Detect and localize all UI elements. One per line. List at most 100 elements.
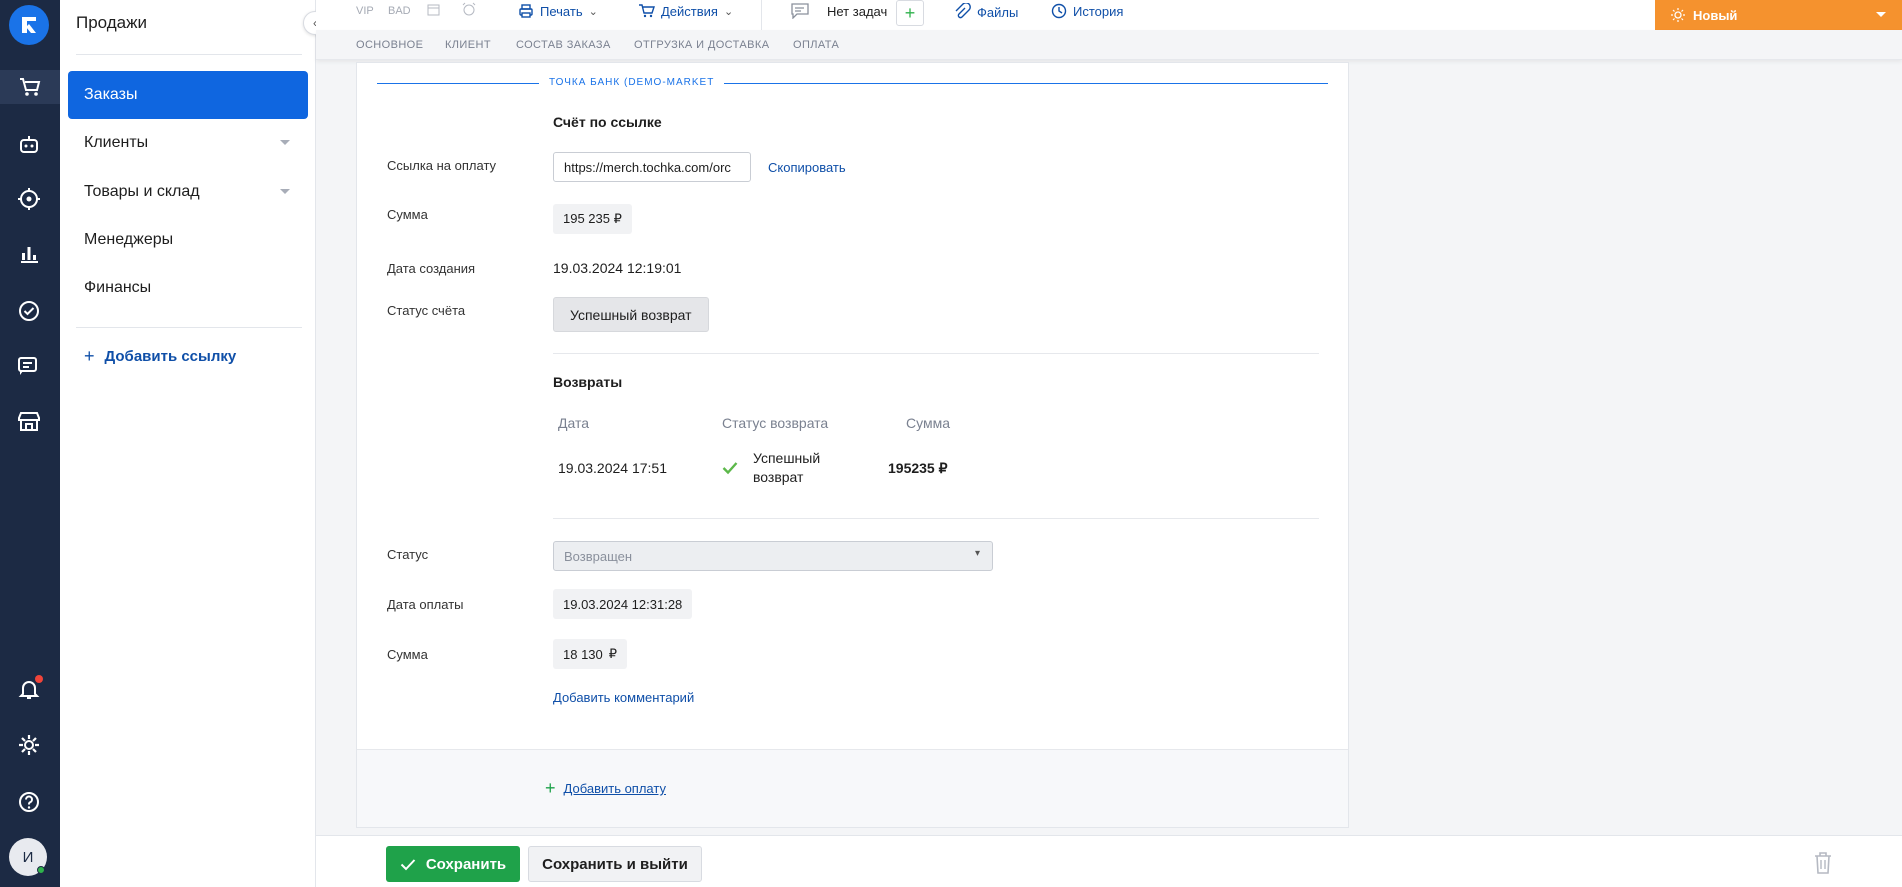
- help-icon[interactable]: [12, 785, 46, 819]
- history-label: История: [1073, 3, 1124, 19]
- chevron-down-icon: ⌄: [723, 5, 734, 18]
- sum-label: Сумма: [387, 207, 428, 222]
- payment-card: ТОЧКА БАНК (DEMO-MARKET Счёт по ссылке С…: [356, 62, 1349, 828]
- save-exit-label: Сохранить и выйти: [542, 855, 688, 873]
- plus-icon: +: [545, 778, 556, 798]
- sun-icon: [1671, 8, 1685, 22]
- check-icon: [722, 462, 738, 475]
- invoice-status-badge: Успешный возврат: [553, 297, 709, 332]
- copy-link-button[interactable]: Скопировать: [768, 160, 846, 175]
- refunds-col-sum: Сумма: [906, 415, 950, 431]
- refunds-col-status: Статус возврата: [722, 415, 829, 431]
- sidebar-item-label: Заказы: [84, 86, 138, 103]
- section-tabs: ОСНОВНОЕ КЛИЕНТ СОСТАВ ЗАКАЗА ОТГРУЗКА И…: [316, 30, 1902, 60]
- history-button[interactable]: История: [1051, 3, 1123, 19]
- payment-status-select[interactable]: Возвращен ▾: [553, 541, 993, 571]
- files-button[interactable]: Файлы: [953, 3, 1018, 21]
- add-comment-button[interactable]: Добавить комментарий: [553, 690, 694, 705]
- target-icon[interactable]: [12, 182, 46, 216]
- sidebar-title: Продажи: [76, 13, 147, 32]
- tasks-label: Нет задач: [827, 3, 888, 19]
- add-task-button[interactable]: +: [896, 0, 924, 26]
- sum2-value: 18 130: [563, 646, 603, 662]
- divider: [553, 518, 1319, 519]
- created-date-value: 19.03.2024 12:19:01: [553, 260, 682, 276]
- tasks-check-icon[interactable]: [12, 294, 46, 328]
- vip-tag[interactable]: VIP: [356, 5, 374, 17]
- plus-icon: +: [84, 346, 95, 366]
- refund-status: Успешный возврат: [753, 449, 820, 487]
- sidebar-item-finance[interactable]: Финансы: [68, 264, 308, 312]
- select-arrow-icon: ▾: [974, 548, 980, 559]
- plus-icon: +: [904, 2, 916, 23]
- avatar-initial: И: [22, 848, 34, 866]
- tasks-indicator[interactable]: Нет задач: [791, 3, 887, 19]
- sidebar-item-goods[interactable]: Товары и склад: [68, 168, 308, 216]
- tab-payment[interactable]: ОПЛАТА: [793, 39, 839, 51]
- add-payment-area: + Добавить оплату: [357, 749, 1348, 827]
- caret-down-icon: [1876, 12, 1886, 17]
- paid-date-value: 19.03.2024 12:31:28: [563, 596, 683, 612]
- sum2-currency: ₽: [608, 646, 618, 661]
- refund-date: 19.03.2024 17:51: [558, 460, 667, 476]
- tab-client[interactable]: КЛИЕНТ: [445, 39, 491, 51]
- sidebar: Продажи Заказы Клиенты Товары и склад Ме…: [60, 0, 316, 887]
- trash-icon[interactable]: [1812, 851, 1834, 875]
- notification-dot: [35, 675, 43, 683]
- payment-link-value: https://merch.tochka.com/orc: [564, 159, 731, 175]
- cart-icon[interactable]: [0, 70, 60, 104]
- add-link-button[interactable]: + Добавить ссылку: [84, 346, 236, 367]
- sidebar-item-clients[interactable]: Клиенты: [68, 119, 308, 167]
- paid-date-field[interactable]: 19.03.2024 12:31:28: [553, 589, 693, 619]
- sum-field: 195 235 ₽: [553, 204, 632, 234]
- check-icon: [400, 858, 416, 870]
- app-rail: И: [0, 0, 60, 887]
- sidebar-item-label: Менеджеры: [84, 231, 174, 248]
- refund-status-line1: Успешный: [753, 450, 821, 466]
- sum2-label: Сумма: [387, 647, 428, 662]
- sidebar-item-managers[interactable]: Менеджеры: [68, 216, 308, 264]
- bottom-action-bar: Сохранить Сохранить и выйти: [316, 835, 1902, 887]
- order-status-label: Новый: [1693, 7, 1738, 23]
- bot-icon[interactable]: [12, 128, 46, 162]
- clock-icon: [1051, 3, 1067, 19]
- save-exit-button[interactable]: Сохранить и выйти: [528, 846, 702, 882]
- divider: [553, 353, 1319, 354]
- tab-main[interactable]: ОСНОВНОЕ: [356, 39, 423, 51]
- cart-icon: [639, 4, 655, 18]
- paid-date-label: Дата оплаты: [387, 597, 464, 612]
- store-icon[interactable]: [12, 405, 46, 439]
- tab-shipping[interactable]: ОТГРУЗКА И ДОСТАВКА: [634, 39, 769, 51]
- order-status-dropdown[interactable]: Новый: [1655, 0, 1902, 30]
- paperclip-icon: [955, 3, 971, 19]
- actions-menu[interactable]: Действия ⌄: [638, 3, 733, 19]
- print-menu[interactable]: Печать ⌄: [518, 3, 598, 19]
- avatar[interactable]: И: [9, 838, 47, 876]
- invoice-status-value: Успешный возврат: [570, 306, 692, 323]
- sidebar-item-orders[interactable]: Заказы: [68, 71, 308, 119]
- app-logo-icon[interactable]: [9, 5, 49, 45]
- refunds-col-date: Дата: [558, 415, 590, 431]
- chat-icon[interactable]: [12, 350, 46, 384]
- gear-icon[interactable]: [12, 728, 46, 762]
- caret-down-icon: [280, 140, 290, 145]
- bad-tag[interactable]: BAD: [388, 5, 411, 17]
- comment-icon: [791, 3, 809, 19]
- add-link-label: Добавить ссылку: [104, 348, 237, 365]
- save-button[interactable]: Сохранить: [386, 846, 520, 882]
- print-label: Печать: [540, 3, 583, 19]
- created-date-label: Дата создания: [387, 261, 476, 276]
- files-label: Файлы: [977, 4, 1019, 20]
- status-label: Статус: [387, 547, 429, 562]
- alarm-icon[interactable]: [461, 2, 477, 19]
- invoice-status-label: Статус счёта: [387, 303, 466, 318]
- add-payment-button[interactable]: + Добавить оплату: [545, 778, 666, 799]
- add-payment-label: Добавить оплату: [563, 781, 666, 796]
- chevron-down-icon: ⌄: [588, 5, 598, 18]
- payment-link-field[interactable]: https://merch.tochka.com/orc: [553, 152, 751, 182]
- calendar-icon[interactable]: [427, 3, 440, 19]
- analytics-icon[interactable]: [12, 237, 46, 271]
- sum2-field[interactable]: 18 130 ₽: [553, 639, 628, 669]
- tab-order-items[interactable]: СОСТАВ ЗАКАЗА: [516, 39, 611, 51]
- section-title: Счёт по ссылке: [553, 114, 662, 130]
